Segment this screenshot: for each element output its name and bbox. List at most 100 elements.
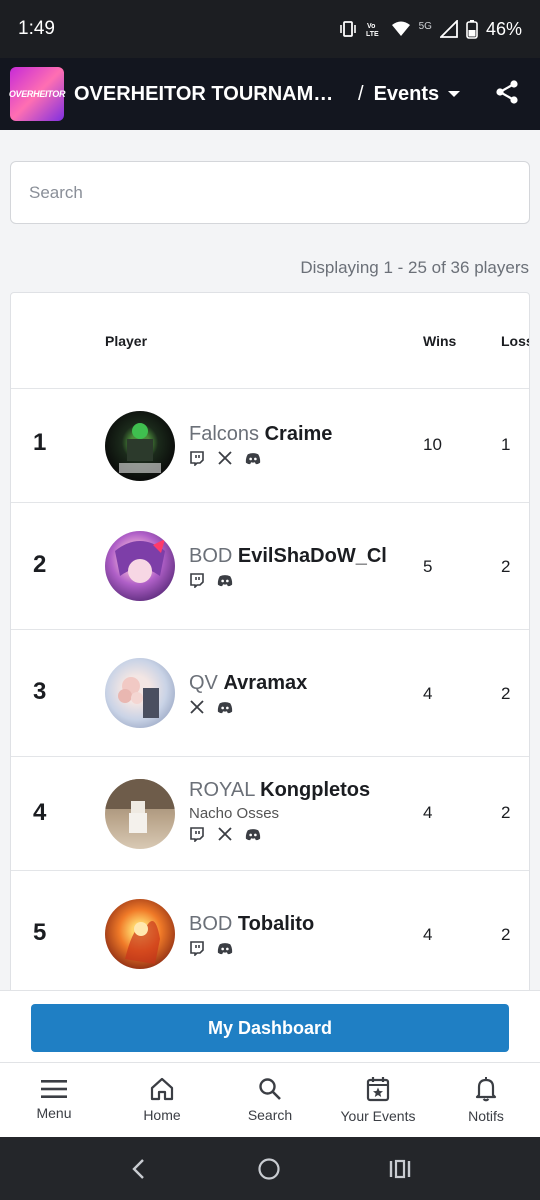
player-name[interactable]: ROYAL Kongpletos [189, 779, 370, 802]
player-name[interactable]: BOD Tobalito [189, 913, 314, 936]
tab-label: Search [247, 1107, 293, 1123]
avatar[interactable] [105, 779, 175, 849]
discord-icon[interactable] [217, 940, 233, 956]
twitch-icon[interactable] [189, 940, 205, 956]
gamer-tag: Tobalito [237, 913, 315, 935]
table-row[interactable]: 3 QV Avramax 4 2 [11, 630, 529, 757]
menu-icon [41, 1080, 67, 1098]
wins-value: 4 [423, 684, 433, 703]
twitch-icon[interactable] [189, 450, 205, 466]
gamer-tag: Avramax [223, 672, 308, 694]
header-losses[interactable]: Losses [501, 333, 529, 349]
gamer-tag: Kongpletos [260, 779, 371, 801]
header-wins[interactable]: Wins [423, 333, 456, 349]
table-row[interactable]: 2 BOD EvilShaDoW_Cl 5 2 [11, 503, 529, 630]
table-row[interactable]: 5 BOD Tobalito 4 2 [11, 871, 529, 990]
caret-down-icon [448, 91, 461, 97]
search-input[interactable] [10, 161, 530, 224]
player-info: BOD EvilShaDoW_Cl [189, 545, 387, 588]
tab-label: Home [143, 1107, 181, 1123]
events-dropdown[interactable]: Events [374, 83, 462, 106]
player-info: ROYAL Kongpletos Nacho Osses [189, 779, 370, 842]
system-nav-bar [0, 1137, 540, 1200]
social-links [189, 940, 314, 956]
team-tag: QV [189, 672, 218, 694]
table-row[interactable]: 4 ROYAL Kongpletos Nacho Osses 4 2 [11, 757, 529, 871]
back-icon[interactable] [129, 1158, 149, 1180]
tab-search[interactable]: Search [216, 1063, 324, 1137]
wins-value: 5 [423, 557, 433, 576]
team-tag: BOD [189, 913, 233, 935]
x-icon[interactable] [217, 450, 233, 466]
wins-value: 4 [423, 803, 433, 822]
losses-value: 2 [501, 684, 511, 703]
social-links [189, 826, 370, 842]
gamer-tag: Craime [264, 423, 333, 445]
discord-icon[interactable] [245, 826, 261, 842]
battery-level: 46% [485, 18, 522, 39]
bottom-tab-bar: Menu Home Search Your Events Notifs [0, 1062, 540, 1137]
app-bar: OVERHEITOR OVERHEITOR TOURNAMENT / Event… [0, 58, 540, 130]
tab-label: Menu [36, 1105, 72, 1121]
team-tag: BOD [189, 545, 233, 567]
displaying-count: Displaying 1 - 25 of 36 players [300, 258, 529, 277]
recents-icon[interactable] [389, 1159, 411, 1179]
tournament-title[interactable]: OVERHEITOR TOURNAMENT [74, 83, 344, 106]
status-time: 1:49 [18, 18, 55, 39]
svg-text:LTE: LTE [366, 31, 379, 38]
x-icon[interactable] [189, 699, 205, 715]
search-icon [259, 1078, 281, 1100]
avatar[interactable] [105, 658, 175, 728]
team-tag: Falcons [189, 423, 260, 445]
discord-icon[interactable] [217, 699, 233, 715]
social-links [189, 699, 307, 715]
breadcrumb-separator: / [358, 82, 364, 105]
tab-menu[interactable]: Menu [0, 1063, 108, 1137]
standings-table: Player Wins Losses 1 Falcons Craime 10 1 [10, 292, 530, 990]
avatar[interactable] [105, 411, 175, 481]
main-content[interactable]: Displaying 1 - 25 of 36 players Player W… [0, 130, 540, 990]
table-row[interactable]: 1 Falcons Craime 10 1 [11, 389, 529, 503]
share-icon [496, 79, 518, 104]
avatar[interactable] [105, 899, 175, 969]
team-tag: ROYAL [189, 779, 255, 801]
player-info: QV Avramax [189, 672, 307, 715]
x-icon[interactable] [217, 826, 233, 842]
wins-value: 10 [423, 435, 442, 454]
battery-icon [466, 20, 478, 39]
twitch-icon[interactable] [189, 826, 205, 842]
player-name[interactable]: Falcons Craime [189, 423, 332, 446]
twitch-icon[interactable] [189, 572, 205, 588]
player-info: Falcons Craime [189, 423, 332, 466]
status-bar: 1:49 Vo LTE 5G 46% [0, 0, 540, 58]
my-dashboard-button[interactable]: My Dashboard [31, 1004, 509, 1052]
losses-value: 2 [501, 925, 511, 944]
tournament-logo[interactable]: OVERHEITOR [9, 67, 65, 121]
home-circle-icon[interactable] [257, 1157, 281, 1181]
social-links [189, 450, 332, 466]
tab-label: Your Events [340, 1108, 416, 1124]
volte-icon: VoLTE [366, 23, 379, 38]
rank: 2 [33, 551, 47, 578]
discord-icon[interactable] [217, 572, 233, 588]
tab-notifs[interactable]: Notifs [432, 1063, 540, 1137]
dashboard-bar: My Dashboard [0, 990, 540, 1062]
gamer-tag: EvilShaDoW_Cl [237, 545, 387, 567]
tab-your-events[interactable]: Your Events [324, 1063, 432, 1137]
share-button[interactable] [494, 79, 520, 110]
losses-value: 2 [501, 803, 511, 822]
table-header: Player Wins Losses [11, 293, 529, 389]
network-label: 5G [418, 20, 432, 32]
avatar[interactable] [105, 531, 175, 601]
discord-icon[interactable] [245, 450, 261, 466]
player-name[interactable]: QV Avramax [189, 672, 307, 695]
calendar-star-icon [366, 1077, 390, 1102]
header-player[interactable]: Player [105, 333, 147, 349]
player-real-name: Nacho Osses [189, 805, 280, 822]
rank: 4 [33, 799, 47, 826]
player-name[interactable]: BOD EvilShaDoW_Cl [189, 545, 387, 568]
wifi-icon [391, 21, 410, 36]
wins-value: 4 [423, 925, 433, 944]
rank: 3 [33, 678, 47, 705]
tab-home[interactable]: Home [108, 1063, 216, 1137]
